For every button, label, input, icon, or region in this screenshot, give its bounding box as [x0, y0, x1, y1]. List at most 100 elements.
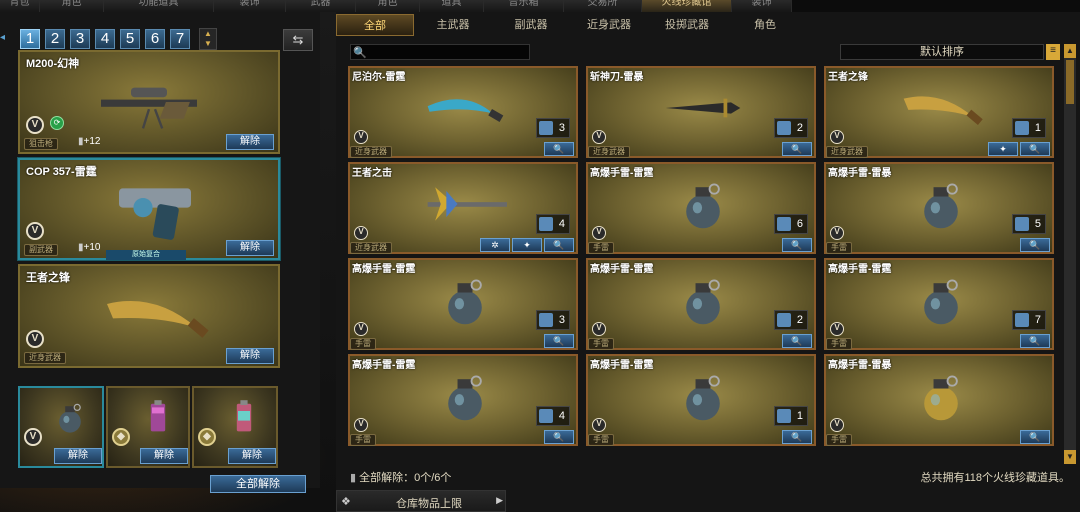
- inspect-button[interactable]: 🔍: [544, 238, 574, 252]
- inspect-button[interactable]: 🔍: [782, 142, 812, 156]
- page-button-5[interactable]: 5: [120, 29, 140, 49]
- item-title: 高爆手雷-雷霆: [590, 264, 654, 275]
- inspect-button[interactable]: 🔍: [1020, 142, 1050, 156]
- vertical-scrollbar[interactable]: ▲ ▼: [1064, 44, 1076, 464]
- collection-footer: ▮ 全部解除：0个/6个 总共拥有118个火线珍藏道具。: [336, 466, 1080, 486]
- v-badge-icon: V: [354, 130, 368, 144]
- search-icon: 🔍: [1029, 336, 1041, 346]
- item-card[interactable]: 高爆手雷-雷暴 V 手雷 5 🔍: [824, 162, 1054, 254]
- page-button-2[interactable]: 2: [45, 29, 65, 49]
- search-icon: 🔍: [553, 240, 565, 250]
- loadout-slot-0[interactable]: M200-幻神 V ⟳ 狙击枪 ▮+12 解除: [18, 50, 280, 154]
- app-window: 背包 角色 功能道具 装饰 武器 角色 道具 音乐箱 交易所 火线珍藏馆 装饰 ◂ 1234567 …: [0, 0, 1080, 512]
- package-icon: [1015, 217, 1029, 231]
- remove-button[interactable]: 解除: [140, 448, 188, 464]
- search-input[interactable]: 🔍: [350, 44, 530, 60]
- item-card[interactable]: 王者之锋 V 近身武器 1 🔍 ✦: [824, 66, 1054, 158]
- v-badge-icon: V: [830, 418, 844, 432]
- wrench-button[interactable]: ✦: [988, 142, 1018, 156]
- page-button-7[interactable]: 7: [170, 29, 190, 49]
- remove-button[interactable]: 解除: [228, 448, 276, 464]
- item-card[interactable]: 尼泊尔-雷霆 V 近身武器 3 🔍: [348, 66, 578, 158]
- gear-icon: ✲: [491, 240, 499, 250]
- v-badge-icon: V: [354, 322, 368, 336]
- loadout-slot-1[interactable]: COP 357-雷霆 V 副武器 ▮+10 原始复合 解除: [18, 158, 280, 260]
- remove-button[interactable]: 解除: [226, 134, 274, 150]
- item-card[interactable]: 高爆手雷-雷霆 V 手雷 2 🔍: [586, 258, 816, 350]
- arrow-left-icon[interactable]: ◂: [0, 32, 8, 43]
- bonus-value: ▮+10: [78, 242, 101, 253]
- gear-button[interactable]: ✲: [480, 238, 510, 252]
- top-tab-4[interactable]: 武器: [286, 0, 356, 12]
- category-label: 手雷: [350, 434, 376, 446]
- inspect-button[interactable]: 🔍: [544, 142, 574, 156]
- top-tab-5[interactable]: 角色: [356, 0, 420, 12]
- remove-button[interactable]: 解除: [226, 240, 274, 256]
- page-button-3[interactable]: 3: [70, 29, 90, 49]
- item-card[interactable]: 王者之击 V 近身武器 4 🔍 ✲ ✦: [348, 162, 578, 254]
- top-tab-0[interactable]: 背包: [0, 0, 40, 12]
- throwable-slot-1[interactable]: ◆ 解除: [106, 386, 190, 468]
- scroll-thumb[interactable]: [1066, 60, 1074, 104]
- loadout-panel: ◂ 1234567 ▲ ▼ ⇆ M200-幻神 V ⟳ 狙击枪 ▮+12 解除 COP 357…: [0, 12, 320, 493]
- wrench-button[interactable]: ✦: [512, 238, 542, 252]
- tab-4[interactable]: 投掷武器: [648, 14, 726, 36]
- item-card[interactable]: 斩神刀-雷暴 V 近身武器 2 🔍: [586, 66, 816, 158]
- list-view-icon[interactable]: ≡: [1046, 44, 1060, 60]
- package-icon: [777, 313, 791, 327]
- page-button-6[interactable]: 6: [145, 29, 165, 49]
- v-badge-icon: V: [26, 222, 44, 240]
- scroll-down-icon[interactable]: ▼: [1064, 450, 1076, 464]
- inspect-button[interactable]: 🔍: [782, 334, 812, 348]
- item-card[interactable]: 高爆手雷-雷霆 V 手雷 7 🔍: [824, 258, 1054, 350]
- upgrade-badge-icon: ⟳: [50, 116, 64, 130]
- tab-3[interactable]: 近身武器: [570, 14, 648, 36]
- top-tab-8[interactable]: 交易所: [564, 0, 642, 12]
- top-tab-1[interactable]: 角色: [40, 0, 104, 12]
- sort-dropdown[interactable]: 默认排序: [840, 44, 1044, 60]
- remove-all-button[interactable]: 全部解除: [210, 475, 306, 493]
- top-tab-10[interactable]: 装饰: [732, 0, 792, 12]
- package-icon: [539, 409, 553, 423]
- shield-badge-icon: ◆: [198, 428, 216, 446]
- search-icon: 🔍: [1029, 240, 1041, 250]
- remove-button[interactable]: 解除: [54, 448, 102, 464]
- inspect-button[interactable]: 🔍: [1020, 430, 1050, 444]
- top-tab-7[interactable]: 音乐箱: [484, 0, 564, 12]
- inspect-button[interactable]: 🔍: [1020, 238, 1050, 252]
- top-tab-9[interactable]: 火线珍藏馆: [642, 0, 732, 12]
- inspect-button[interactable]: 🔍: [1020, 334, 1050, 348]
- item-card[interactable]: 高爆手雷-雷霆 V 手雷 4 🔍: [348, 354, 578, 446]
- loadout-slot-2[interactable]: 王者之锋 V 近身武器 解除: [18, 264, 280, 368]
- category-label: 近身武器: [588, 146, 630, 158]
- inspect-button[interactable]: 🔍: [544, 334, 574, 348]
- top-tab-6[interactable]: 道具: [420, 0, 484, 12]
- page-button-4[interactable]: 4: [95, 29, 115, 49]
- top-tab-2[interactable]: 功能道具: [104, 0, 214, 12]
- tab-2[interactable]: 副武器: [492, 14, 570, 36]
- bonus-value: ▮+12: [78, 136, 101, 147]
- inspect-button[interactable]: 🔍: [544, 430, 574, 444]
- category-label: 手雷: [826, 242, 852, 254]
- tab-5[interactable]: 角色: [726, 14, 804, 36]
- item-card[interactable]: 高爆手雷-雷霆 V 手雷 6 🔍: [586, 162, 816, 254]
- item-card[interactable]: 高爆手雷-雷暴 V 手雷 🔍: [824, 354, 1054, 446]
- remove-button[interactable]: 解除: [226, 348, 274, 364]
- item-count: 3: [536, 118, 570, 138]
- inspect-button[interactable]: 🔍: [782, 238, 812, 252]
- switch-loadout-button[interactable]: ⇆: [283, 29, 313, 51]
- page-scroll-button[interactable]: ▲ ▼: [199, 28, 217, 50]
- tab-0[interactable]: 全部: [336, 14, 414, 36]
- item-card[interactable]: 高爆手雷-雷霆 V 手雷 1 🔍: [586, 354, 816, 446]
- item-card[interactable]: 高爆手雷-雷霆 V 手雷 3 🔍: [348, 258, 578, 350]
- throwable-slot-0[interactable]: V 解除: [18, 386, 104, 468]
- package-icon: [539, 121, 553, 135]
- throwable-slot-2[interactable]: ◆ 解除: [192, 386, 278, 468]
- item-title: 尼泊尔-雷霆: [352, 72, 406, 83]
- storage-limit-bar[interactable]: ❖ 仓库物品上限 ▶: [336, 490, 506, 512]
- top-tab-3[interactable]: 装饰: [214, 0, 286, 12]
- scroll-up-icon[interactable]: ▲: [1064, 44, 1076, 58]
- page-button-1[interactable]: 1: [20, 29, 40, 49]
- inspect-button[interactable]: 🔍: [782, 430, 812, 444]
- tab-1[interactable]: 主武器: [414, 14, 492, 36]
